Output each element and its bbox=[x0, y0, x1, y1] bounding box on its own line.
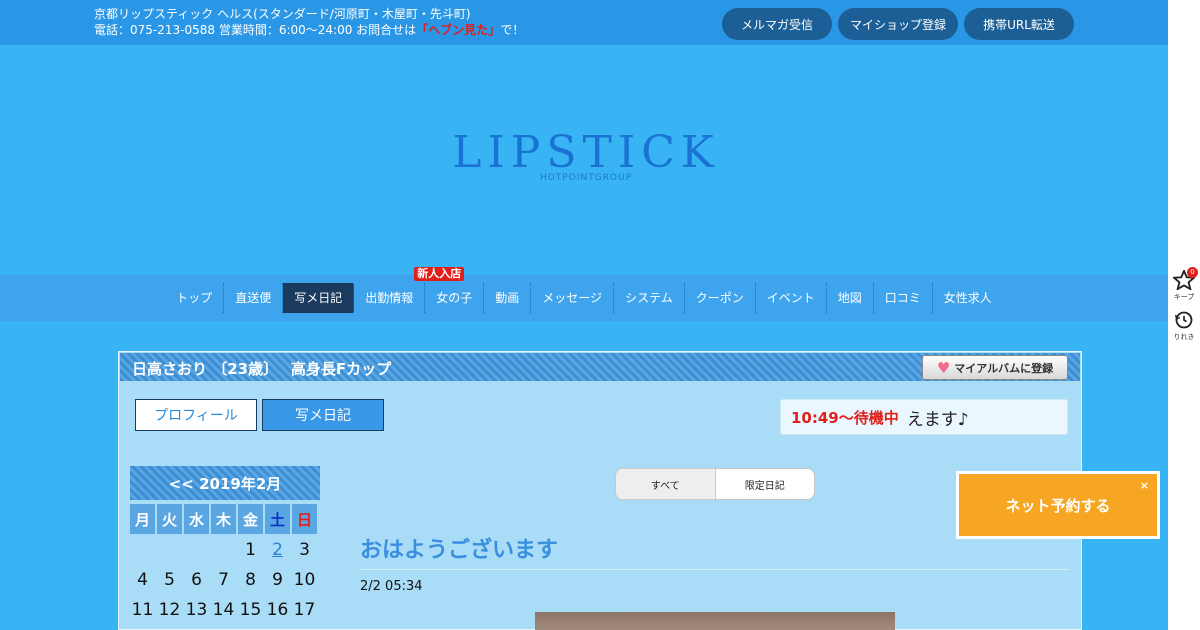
calendar-day: 10 bbox=[293, 570, 316, 590]
calendar-day: 11 bbox=[131, 600, 154, 620]
nav-message[interactable]: メッセージ bbox=[531, 283, 615, 313]
calendar-day: 16 bbox=[266, 600, 289, 620]
nav-girls[interactable]: 女の子 bbox=[425, 283, 485, 313]
keep-count-badge: 0 bbox=[1187, 267, 1198, 278]
calendar-day: 3 bbox=[299, 540, 310, 560]
myshop-button[interactable]: マイショップ登録 bbox=[837, 8, 958, 40]
nav-photo-diary[interactable]: 写メ日記 bbox=[283, 283, 355, 313]
calendar-day: 7 bbox=[218, 570, 229, 590]
calendar-day: 4 bbox=[137, 570, 148, 590]
calendar-day bbox=[130, 536, 155, 564]
keep-button[interactable]: 0 キープ bbox=[1171, 267, 1198, 302]
top-buttons: メルマガ受信 マイショップ登録 携帯URL転送 bbox=[721, 8, 1074, 40]
calendar-month-nav[interactable]: << 2019年2月 bbox=[130, 466, 320, 500]
girl-name-title: 日高さおり 〔23歳〕 高身長Fカップ bbox=[132, 360, 392, 378]
calendar-day: 8 bbox=[245, 570, 256, 590]
calendar-day: 9 bbox=[272, 570, 283, 590]
nav-event[interactable]: イベント bbox=[756, 283, 827, 313]
heart-icon: ♥ bbox=[936, 358, 951, 377]
history-button[interactable]: りれき bbox=[1172, 310, 1196, 342]
calendar-day: 5 bbox=[164, 570, 175, 590]
nav-reviews[interactable]: 口コミ bbox=[874, 283, 933, 313]
weekday-sat: 土 bbox=[265, 504, 290, 534]
site-logo[interactable]: LIPSTICK HOTPOINTGROUP bbox=[446, 127, 726, 184]
weekday-sun: 日 bbox=[292, 504, 317, 534]
mailmag-button[interactable]: メルマガ受信 bbox=[721, 8, 832, 40]
nav-map[interactable]: 地図 bbox=[827, 283, 874, 313]
tab-photo-diary[interactable]: 写メ日記 bbox=[262, 399, 384, 431]
contact-text: 電話：075-213-0588 営業時間：6:00～24:00 お問合せは bbox=[94, 23, 417, 37]
weekday-mon: 月 bbox=[130, 504, 155, 534]
calendar-day: 6 bbox=[191, 570, 202, 590]
nav-system[interactable]: システム bbox=[614, 283, 685, 313]
nav-schedule-label: 出勤情報 bbox=[365, 291, 414, 305]
hero-banner: LIPSTICK HOTPOINTGROUP bbox=[0, 45, 1168, 275]
nav-schedule[interactable]: 出勤情報 新人入店 bbox=[354, 267, 465, 313]
weekday-fri: 金 bbox=[238, 504, 263, 534]
nav-coupon[interactable]: クーポン bbox=[685, 283, 756, 313]
diary-filter: すべて 限定日記 bbox=[615, 468, 815, 500]
nav-recruit[interactable]: 女性求人 bbox=[933, 283, 1003, 313]
history-icon bbox=[1175, 311, 1193, 329]
shop-info: 京都リップスティック ヘルス(スタンダード/河原町・木屋町・先斗町) 電話：07… bbox=[94, 6, 524, 38]
post-date: 2/2 05:34 bbox=[360, 579, 423, 594]
keep-label: キープ bbox=[1173, 293, 1195, 301]
calendar-day bbox=[211, 536, 236, 564]
heaven-highlight: 「ヘブン見た」 bbox=[416, 23, 501, 37]
new-girl-badge: 新人入店 bbox=[414, 267, 465, 281]
filter-all-button[interactable]: すべて bbox=[616, 469, 716, 499]
post-photo[interactable] bbox=[535, 612, 895, 630]
calendar-day: 14 bbox=[212, 600, 235, 620]
calendar-day: 15 bbox=[239, 600, 262, 620]
nav-video[interactable]: 動画 bbox=[484, 283, 532, 313]
calendar-day: 17 bbox=[293, 600, 316, 620]
calendar-grid: 月 火 水 木 金 土 日 1 2 3 4 5 6 7 8 9 10 11 12… bbox=[130, 504, 320, 624]
status-message: えます♪ bbox=[906, 409, 969, 430]
contact-suffix: で！ bbox=[500, 23, 525, 37]
weekday-tue: 火 bbox=[157, 504, 182, 534]
tab-profile[interactable]: プロフィール bbox=[135, 399, 257, 431]
weekday-thu: 木 bbox=[211, 504, 236, 534]
net-reserve-button[interactable]: ネット予約する × bbox=[956, 471, 1160, 539]
diary-calendar: << 2019年2月 月 火 水 木 金 土 日 1 2 3 4 5 6 7 8… bbox=[130, 466, 320, 624]
calendar-day bbox=[157, 536, 182, 564]
top-bar: 京都リップスティック ヘルス(スタンダード/河原町・木屋町・先斗町) 電話：07… bbox=[0, 0, 1168, 45]
profile-title-bar: 日高さおり 〔23歳〕 高身長Fカップ ♥ マイアルバムに登録 bbox=[120, 353, 1080, 381]
filter-limited-button[interactable]: 限定日記 bbox=[716, 469, 815, 499]
main-nav: トップ 直送便 写メ日記 出勤情報 新人入店 女の子 動画 メッセージ システム… bbox=[0, 267, 1168, 321]
calendar-day-link[interactable]: 2 bbox=[265, 536, 290, 564]
nav-direct[interactable]: 直送便 bbox=[224, 283, 284, 313]
logo-text: LIPSTICK bbox=[452, 127, 720, 178]
status-box: 10:49～待機中 えます♪ bbox=[780, 399, 1068, 435]
calendar-day: 13 bbox=[185, 600, 208, 620]
mobile-url-button[interactable]: 携帯URL転送 bbox=[964, 8, 1074, 40]
net-reserve-label: ネット予約する bbox=[1005, 496, 1111, 515]
close-icon[interactable]: × bbox=[1140, 479, 1149, 492]
calendar-day: 12 bbox=[158, 600, 181, 620]
profile-panel: 日高さおり 〔23歳〕 高身長Fカップ ♥ マイアルバムに登録 プロフィール 写… bbox=[118, 351, 1082, 630]
calendar-day bbox=[184, 536, 209, 564]
add-album-button[interactable]: ♥ マイアルバムに登録 bbox=[922, 355, 1068, 380]
right-sidebar: 0 キープ りれき bbox=[1168, 0, 1200, 630]
nav-top[interactable]: トップ bbox=[165, 283, 225, 313]
history-label: りれき bbox=[1173, 333, 1195, 341]
status-time: 10:49～待機中 bbox=[791, 408, 899, 427]
calendar-day: 1 bbox=[245, 540, 256, 560]
weekday-wed: 水 bbox=[184, 504, 209, 534]
shop-name: 京都リップスティック ヘルス(スタンダード/河原町・木屋町・先斗町) bbox=[94, 7, 471, 21]
add-album-label: マイアルバムに登録 bbox=[954, 361, 1054, 375]
shop-contact: 電話：075-213-0588 営業時間：6:00～24:00 お問合せは「ヘブ… bbox=[94, 22, 524, 38]
